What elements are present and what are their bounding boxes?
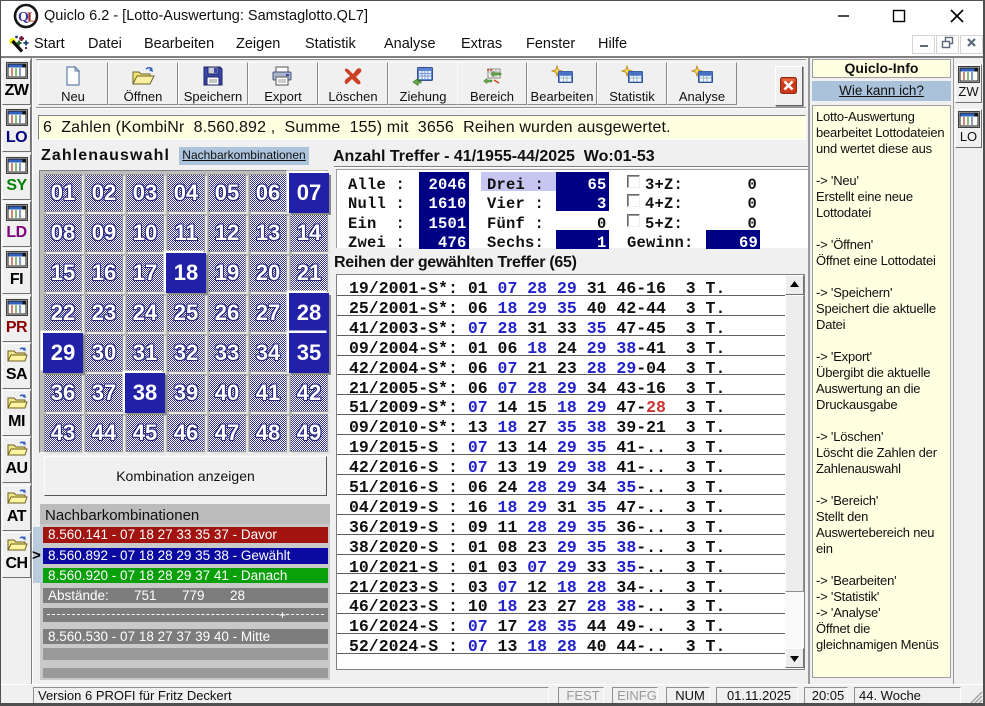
svg-text:L: L [27,11,36,26]
